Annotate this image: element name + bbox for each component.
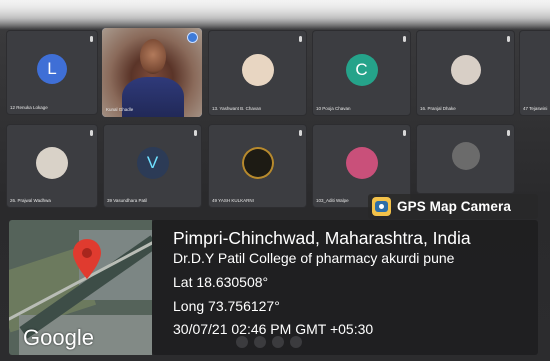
participant-avatar	[450, 54, 481, 85]
mic-muted-icon	[299, 36, 302, 42]
mic-muted-icon	[90, 36, 93, 42]
participant-name: 10 Pooja Chavan	[316, 106, 351, 111]
participant-tile[interactable]: V 39 Vasundhara Patil	[103, 124, 202, 208]
gps-map-camera-badge: GPS Map Camera	[368, 194, 538, 219]
participant-tile[interactable]: 47 Tejaswini	[519, 30, 550, 116]
participant-tile[interactable]: 16. Pranjal Dhake	[416, 30, 515, 116]
participant-avatar: C	[345, 53, 378, 86]
geotag-datetime: 30/07/21 02:46 PM GMT +05:30	[173, 321, 374, 337]
participant-name: 26. Prajwal Wadhwa	[10, 198, 51, 203]
participant-tile[interactable]: 26. Prajwal Wadhwa	[6, 124, 98, 208]
participant-tile[interactable]: L 12 Renuka Lokage	[6, 30, 98, 115]
meeting-toolbar	[236, 336, 302, 348]
participant-tile-speaking[interactable]: Kunal Ghadle	[102, 28, 202, 117]
participant-name: Kunal Ghadle	[106, 107, 134, 112]
participant-avatar	[451, 142, 480, 171]
map-brand-logo: Google	[23, 325, 94, 350]
toolbar-button[interactable]	[272, 336, 284, 348]
geotag-latitude: Lat 18.630508°	[173, 274, 269, 290]
participant-video	[102, 28, 202, 117]
geotag-location: Pimpri-Chinchwad, Maharashtra, India	[173, 228, 471, 248]
participant-name: 47 Tejaswini	[523, 106, 548, 111]
participant-avatar	[345, 146, 378, 179]
mic-muted-icon	[194, 130, 197, 136]
mic-muted-icon	[403, 130, 406, 136]
gps-badge-label: GPS Map Camera	[397, 199, 511, 214]
map-pin-icon	[73, 239, 101, 279]
avatar-initial: V	[146, 152, 159, 172]
mic-muted-icon	[507, 130, 510, 136]
participant-tile[interactable]: 49 YASH KULKARNI	[208, 124, 307, 208]
participant-tile[interactable]: 13. Yashwant B. Chavan	[208, 30, 307, 116]
participant-avatar	[36, 146, 68, 179]
participant-name: 13. Yashwant B. Chavan	[212, 106, 262, 111]
participant-name: 49 YASH KULKARNI	[212, 198, 254, 203]
participant-name: 103_Aditi Walpe	[316, 198, 349, 203]
avatar-initial: C	[355, 59, 368, 79]
participant-name: 16. Pranjal Dhake	[420, 106, 456, 111]
participant-avatar: L	[37, 54, 67, 85]
avatar-initial: L	[47, 59, 57, 79]
screen-glare	[0, 0, 550, 30]
toolbar-button[interactable]	[236, 336, 248, 348]
mic-muted-icon	[403, 36, 406, 42]
mic-muted-icon	[299, 130, 302, 136]
mic-muted-icon	[507, 36, 510, 42]
participant-tile[interactable]: C 10 Pooja Chavan	[312, 30, 411, 116]
toolbar-button[interactable]	[290, 336, 302, 348]
geotag-place: Dr.D.Y Patil College of pharmacy akurdi …	[173, 250, 455, 266]
speaking-indicator-icon	[187, 32, 198, 43]
participant-name: 39 Vasundhara Patil	[107, 198, 148, 203]
participant-avatar	[241, 53, 274, 86]
participant-name: 12 Renuka Lokage	[10, 105, 48, 110]
mic-muted-icon	[90, 130, 93, 136]
geotag-longitude: Long 73.756127°	[173, 298, 280, 314]
toolbar-button[interactable]	[254, 336, 266, 348]
participant-avatar	[241, 146, 274, 179]
participant-tile[interactable]	[416, 124, 515, 194]
participant-avatar: V	[136, 146, 169, 179]
geotag-info-panel: Pimpri-Chinchwad, Maharashtra, India Dr.…	[152, 220, 538, 355]
meeting-screen-photo: L 12 Renuka Lokage Kunal Ghadle 13. Yash…	[0, 0, 550, 361]
location-map-thumbnail: Google	[9, 220, 152, 355]
gps-camera-app-icon	[372, 197, 391, 216]
